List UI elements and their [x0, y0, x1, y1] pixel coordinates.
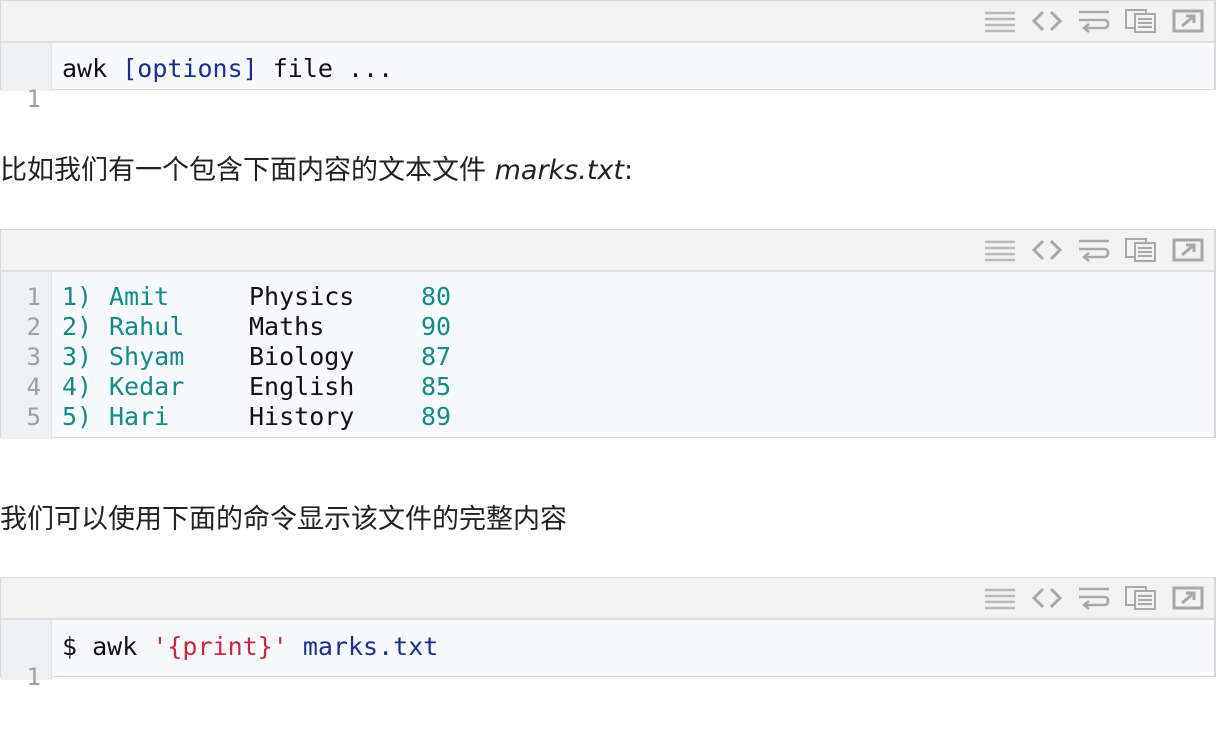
subject-name: Physics	[249, 282, 355, 311]
score-value: 85	[421, 372, 452, 401]
marks-row: 3 3) Shyam Biology 87	[1, 342, 1214, 372]
student-name: Rahul	[109, 312, 185, 341]
subject-name: History	[249, 402, 355, 431]
code-token: $ awk	[62, 632, 153, 661]
line-number: 5	[26, 403, 41, 431]
subject-name: Biology	[249, 342, 355, 371]
code-area: 1 $ awk '{print}' marks.txt	[1, 620, 1214, 691]
view-source-icon[interactable]	[984, 238, 1016, 262]
paragraph-intro: 比如我们有一个包含下面内容的文本文件 marks.txt:	[0, 148, 633, 187]
marks-row: 5 5) Hari History 89	[1, 402, 1214, 432]
paragraph-suffix: :	[623, 155, 634, 186]
line-number: 1	[26, 85, 41, 113]
code-block-marks: 1 1) Amit Physics 80 2 2) Rahul Maths 90 3 3) Shyam B…	[0, 229, 1216, 439]
row-index: 3)	[62, 342, 93, 371]
code-token: file ...	[257, 54, 394, 83]
popout-icon[interactable]	[1172, 586, 1204, 610]
code-toolbar	[1, 578, 1214, 620]
subject-name: English	[249, 372, 355, 401]
code-token: '{print}'	[152, 632, 288, 661]
popout-icon[interactable]	[1172, 9, 1204, 33]
code-text: $ awk '{print}' marks.txt	[62, 632, 438, 662]
code-area: 1 awk [options] file ...	[1, 43, 1214, 113]
code-area: 1 1) Amit Physics 80 2 2) Rahul Maths 90 3 3) Shyam B…	[1, 272, 1214, 439]
code-toolbar	[1, 1, 1214, 43]
code-token: awk	[62, 54, 123, 83]
popout-icon[interactable]	[1172, 238, 1204, 262]
code-line: 1 $ awk '{print}' marks.txt	[1, 632, 1214, 691]
code-token: [options]	[122, 54, 258, 83]
wrap-icon[interactable]	[1078, 238, 1110, 262]
code-icon[interactable]	[1031, 238, 1063, 262]
line-number: 1	[26, 283, 41, 311]
row-index: 1)	[62, 282, 93, 311]
marks-row: 4 4) Kedar English 85	[1, 372, 1214, 402]
line-number: 3	[26, 343, 41, 371]
student-name: Kedar	[109, 372, 185, 401]
marks-row: 2 2) Rahul Maths 90	[1, 312, 1214, 342]
copy-icon[interactable]	[1125, 9, 1157, 33]
filename-text: marks.txt	[494, 155, 624, 186]
score-value: 90	[421, 312, 452, 341]
line-number: 1	[26, 663, 41, 691]
student-name: Shyam	[109, 342, 185, 371]
view-source-icon[interactable]	[984, 9, 1016, 33]
score-value: 80	[421, 282, 452, 311]
toolbar-tools	[984, 238, 1204, 262]
line-number: 2	[26, 313, 41, 341]
code-token: marks.txt	[302, 632, 439, 661]
view-source-icon[interactable]	[984, 586, 1016, 610]
paragraph-command-intro: 我们可以使用下面的命令显示该文件的完整内容	[0, 504, 567, 535]
marks-row: 1 1) Amit Physics 80	[1, 282, 1214, 312]
row-index: 5)	[62, 402, 93, 431]
code-icon[interactable]	[1031, 9, 1063, 33]
toolbar-tools	[984, 9, 1204, 33]
code-icon[interactable]	[1031, 586, 1063, 610]
code-block-command: 1 $ awk '{print}' marks.txt	[0, 577, 1216, 691]
toolbar-tools	[984, 586, 1204, 610]
student-name: Amit	[109, 282, 170, 311]
copy-icon[interactable]	[1125, 238, 1157, 262]
code-line: 1 awk [options] file ...	[1, 54, 1214, 113]
wrap-icon[interactable]	[1078, 9, 1110, 33]
score-value: 87	[421, 342, 452, 371]
row-index: 2)	[62, 312, 93, 341]
code-toolbar	[1, 230, 1214, 272]
student-name: Hari	[109, 402, 170, 431]
line-number: 4	[26, 373, 41, 401]
subject-name: Maths	[249, 312, 325, 341]
row-index: 4)	[62, 372, 93, 401]
wrap-icon[interactable]	[1078, 586, 1110, 610]
score-value: 89	[421, 402, 452, 431]
code-block-syntax: 1 awk [options] file ...	[0, 0, 1216, 113]
code-text: awk [options] file ...	[62, 54, 393, 84]
paragraph-text: 比如我们有一个包含下面内容的文本文件	[0, 155, 495, 186]
copy-icon[interactable]	[1125, 586, 1157, 610]
